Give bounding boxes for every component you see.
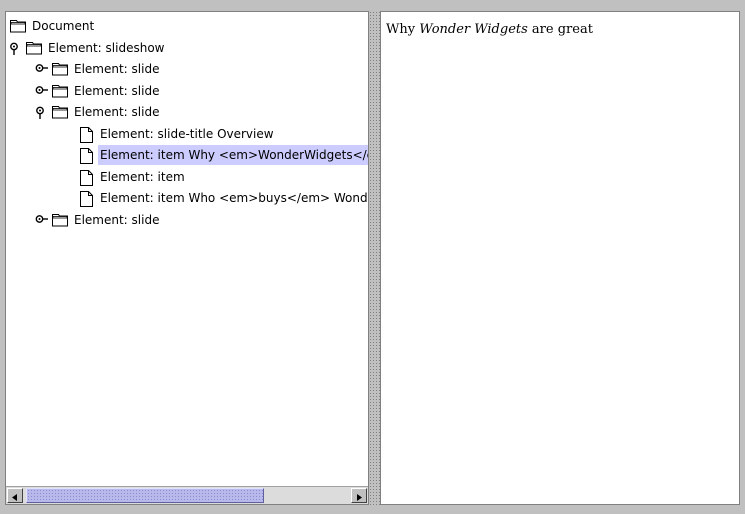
tree-pane: Document Element: slideshow Element: slide… — [5, 11, 369, 505]
horizontal-scrollbar[interactable] — [6, 486, 368, 504]
dom-tree: Document Element: slideshow Element: slide… — [6, 12, 368, 486]
tree-node[interactable]: Element: slide — [35, 59, 161, 79]
content-text: Why Wonder Widgets are great — [386, 22, 593, 37]
tree-node-label: Element: slideshow — [48, 40, 165, 55]
file-icon — [77, 126, 95, 143]
folder-icon — [25, 40, 43, 56]
scroll-left-button[interactable] — [7, 488, 23, 503]
folder-icon — [51, 61, 69, 77]
collapsed-toggle-icon[interactable] — [35, 59, 51, 79]
tree-node-label: Element: item Who <em>buys</em> WonderWi… — [100, 191, 368, 205]
toggle-spacer — [61, 124, 77, 144]
collapsed-toggle-icon[interactable] — [35, 210, 51, 230]
expanded-toggle-icon[interactable] — [35, 102, 51, 122]
app-window: Document Element: slideshow Element: slide… — [0, 0, 745, 514]
folder-icon — [9, 18, 27, 34]
folder-icon — [51, 104, 69, 120]
tree-node-label: Element: slide — [74, 62, 160, 76]
folder-icon — [51, 83, 69, 99]
file-icon — [77, 190, 95, 207]
collapsed-toggle-icon[interactable] — [35, 81, 51, 101]
content-before: Why — [386, 22, 420, 37]
tree-node-label: Element: slide — [74, 212, 160, 227]
tree-node[interactable]: Element: item Why <em>WonderWidgets</em>… — [61, 145, 368, 165]
scrollbar-thumb[interactable] — [26, 488, 264, 503]
tree-node[interactable]: Element: item — [61, 167, 187, 187]
tree-node-label: Element: item Why <em>WonderWidgets</em>… — [98, 145, 368, 165]
tree-node[interactable]: Element: item Who <em>buys</em> WonderWi… — [61, 188, 368, 208]
tree-node[interactable]: Element: slide — [35, 210, 161, 230]
toggle-spacer — [61, 167, 77, 187]
arrow-right-icon — [357, 494, 362, 501]
tree-node[interactable]: Document — [9, 16, 96, 36]
tree-node[interactable]: Element: slide — [35, 81, 161, 101]
scroll-right-button[interactable] — [351, 488, 367, 503]
file-icon — [77, 147, 95, 164]
content-pane: Why Wonder Widgets are great — [380, 11, 740, 505]
content-after: are great — [527, 22, 593, 37]
arrow-left-icon — [12, 494, 17, 501]
tree-node-label: Document — [32, 19, 95, 33]
toggle-spacer — [61, 145, 77, 165]
tree-node-label: Element: slide — [74, 105, 160, 119]
content-emphasis: Wonder Widgets — [419, 22, 528, 37]
tree-node[interactable]: Element: slide — [35, 102, 161, 122]
file-icon — [77, 169, 95, 186]
tree-node-label: Element: slide — [74, 83, 160, 98]
tree-node[interactable]: Element: slideshow — [9, 38, 166, 58]
tree-node-label: Element: item — [100, 169, 185, 184]
folder-icon — [51, 212, 69, 228]
toggle-spacer — [61, 188, 77, 208]
tree-node-label: Element: slide-title Overview — [100, 126, 274, 141]
tree-node[interactable]: Element: slide-title Overview — [61, 124, 276, 144]
split-pane-divider[interactable] — [369, 11, 380, 505]
expanded-toggle-icon[interactable] — [9, 38, 25, 58]
